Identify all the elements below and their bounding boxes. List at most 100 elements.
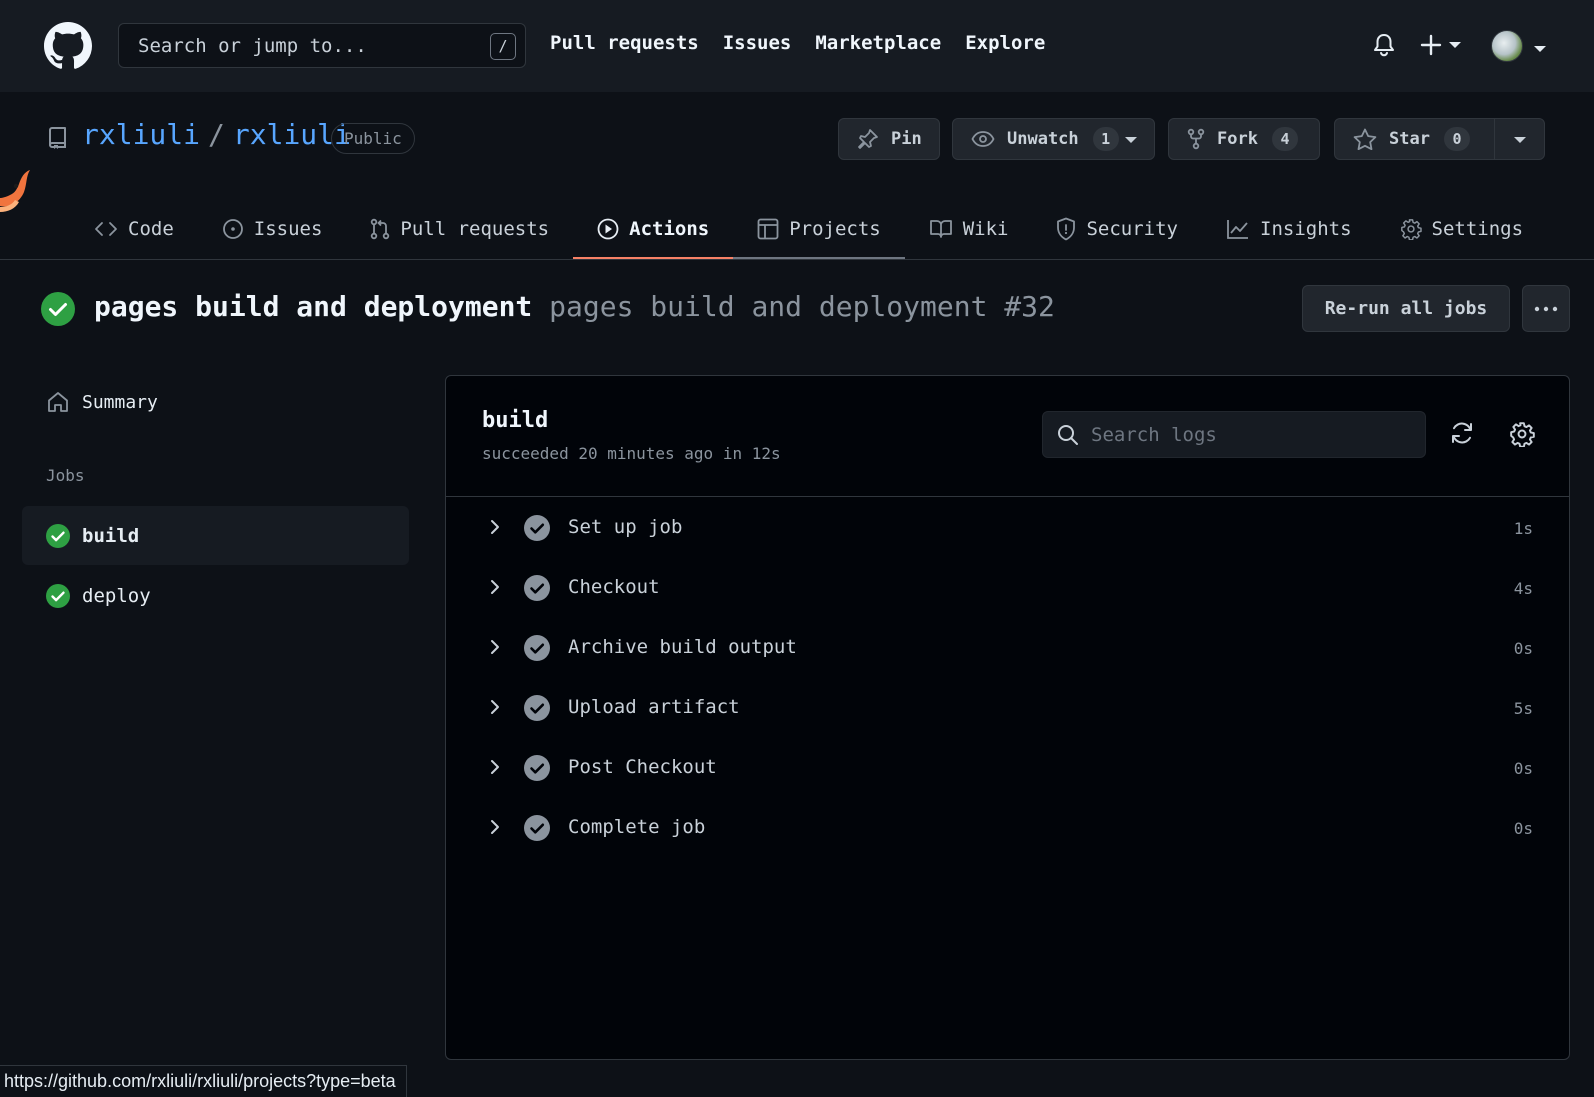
tab-label: Actions (629, 218, 710, 240)
chevron-right-icon (491, 580, 499, 594)
sidebar-item-summary[interactable]: Summary (46, 390, 158, 414)
book-icon (929, 220, 952, 238)
global-nav: Pull requests Issues Marketplace Explore (550, 32, 1045, 54)
gear-icon (1400, 219, 1422, 240)
caret-down-icon[interactable] (1533, 44, 1547, 54)
tab-label: Settings (1431, 218, 1524, 240)
step-duration: 0s (1513, 819, 1533, 838)
pin-icon (858, 129, 878, 149)
github-logo-icon[interactable] (44, 22, 92, 70)
step-name: Checkout (568, 576, 660, 598)
log-settings-gear-icon[interactable] (1509, 421, 1535, 447)
nav-issues[interactable]: Issues (723, 32, 792, 54)
pin-button[interactable]: Pin (838, 118, 940, 160)
rerun-all-jobs-button[interactable]: Re-run all jobs (1302, 285, 1510, 332)
mascot-decoration-icon (0, 170, 30, 212)
pull-request-icon (371, 218, 390, 240)
step-success-icon (524, 695, 550, 721)
star-button[interactable]: Star 0 (1334, 118, 1545, 160)
tab-wiki[interactable]: Wiki (905, 200, 1033, 258)
notifications-bell-icon[interactable] (1373, 33, 1395, 57)
tab-projects[interactable]: Projects (733, 200, 905, 260)
fork-label: Fork (1217, 129, 1258, 149)
refresh-icon[interactable] (1449, 421, 1475, 445)
job-step-row[interactable]: Archive build output 0s (446, 618, 1569, 678)
tab-security[interactable]: Security (1032, 200, 1202, 258)
run-name: pages build and deployment #32 (549, 290, 1055, 323)
shield-icon (1057, 217, 1076, 241)
nav-pull-requests[interactable]: Pull requests (550, 32, 699, 54)
job-step-row[interactable]: Set up job 1s (446, 498, 1569, 558)
repo-owner-link[interactable]: rxliuli (82, 118, 200, 151)
star-lists-caret-down-icon[interactable] (1513, 135, 1527, 145)
search-logs-input[interactable] (1091, 412, 1411, 457)
tab-label: Wiki (962, 218, 1009, 240)
job-title: build (482, 408, 549, 433)
tab-label: Issues (253, 218, 323, 240)
unwatch-button[interactable]: Unwatch 1 (952, 118, 1155, 160)
nav-marketplace[interactable]: Marketplace (815, 32, 941, 54)
tab-label: Insights (1260, 218, 1352, 240)
tabs-divider (0, 259, 1594, 260)
step-success-icon (524, 515, 550, 541)
eye-icon (971, 131, 995, 147)
home-icon (48, 392, 68, 412)
tab-insights[interactable]: Insights (1202, 200, 1376, 258)
job-label: deploy (82, 584, 151, 607)
job-step-row[interactable]: Checkout 4s (446, 558, 1569, 618)
sidebar-job-deploy[interactable]: deploy (22, 566, 409, 625)
tab-label: Code (128, 218, 174, 240)
step-name: Post Checkout (568, 756, 717, 778)
create-new-menu[interactable] (1420, 34, 1462, 56)
workflow-name-link[interactable]: pages build and deployment (94, 290, 532, 323)
tab-pull-requests[interactable]: Pull requests (346, 200, 573, 258)
star-count: 0 (1443, 127, 1470, 151)
step-name: Upload artifact (568, 696, 740, 718)
success-check-icon (41, 292, 75, 326)
job-steps-list: Set up job 1s Checkout 4s Archive build … (446, 498, 1569, 858)
tab-label: Pull requests (400, 218, 550, 240)
button-divider (1494, 119, 1495, 159)
chevron-right-icon (491, 700, 499, 714)
graph-icon (1227, 220, 1248, 239)
repo-icon (49, 127, 66, 149)
step-duration: 4s (1513, 579, 1533, 598)
job-step-row[interactable]: Post Checkout 0s (446, 738, 1569, 798)
job-step-row[interactable]: Upload artifact 5s (446, 678, 1569, 738)
success-check-icon (46, 523, 70, 548)
user-avatar[interactable] (1491, 30, 1523, 62)
code-icon (95, 222, 117, 236)
path-separator: / (208, 118, 225, 151)
chevron-right-icon (491, 640, 499, 654)
tab-actions[interactable]: Actions (573, 200, 734, 260)
fork-count: 4 (1271, 127, 1298, 151)
jobs-heading: Jobs (46, 466, 85, 485)
tab-settings[interactable]: Settings (1376, 200, 1548, 258)
page-title: pages build and deployment pages build a… (94, 290, 1055, 323)
success-check-icon (46, 583, 70, 608)
unwatch-label: Unwatch (1007, 129, 1079, 149)
browser-status-url: https://github.com/rxliuli/rxliuli/proje… (0, 1065, 407, 1097)
tab-code[interactable]: Code (70, 200, 198, 258)
global-header: Search or jump to... / Pull requests Iss… (0, 0, 1594, 92)
pin-label: Pin (891, 129, 922, 149)
caret-down-icon (1449, 42, 1461, 48)
chevron-right-icon (491, 760, 499, 774)
global-search-input[interactable]: Search or jump to... / (118, 23, 526, 68)
caret-down-icon (1125, 137, 1137, 143)
nav-explore[interactable]: Explore (965, 32, 1045, 54)
star-label: Star (1389, 129, 1430, 149)
step-success-icon (524, 815, 550, 841)
star-icon (1353, 128, 1377, 150)
fork-icon (1187, 128, 1205, 150)
search-logs-field[interactable] (1042, 411, 1426, 458)
job-label: build (82, 524, 140, 547)
more-options-button[interactable] (1522, 285, 1570, 332)
tab-label: Projects (789, 218, 881, 240)
tab-issues[interactable]: Issues (198, 200, 347, 258)
fork-button[interactable]: Fork 4 (1168, 118, 1320, 160)
job-step-row[interactable]: Complete job 0s (446, 798, 1569, 858)
step-duration: 0s (1513, 759, 1533, 778)
sidebar-job-build[interactable]: build (22, 506, 409, 565)
chevron-right-icon (491, 820, 499, 834)
